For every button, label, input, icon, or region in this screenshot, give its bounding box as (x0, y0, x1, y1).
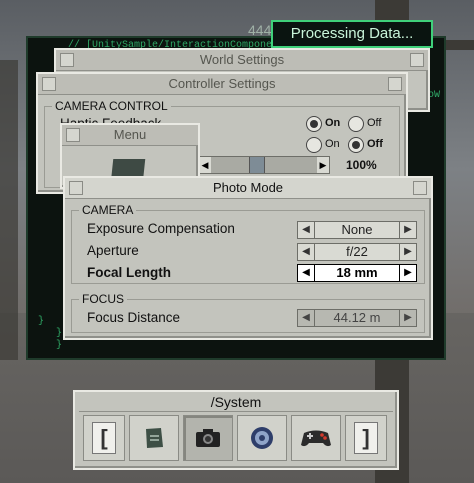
right-arrow-icon[interactable]: ▶ (399, 221, 417, 239)
console-text: } (56, 328, 63, 339)
aperture-value: f/22 (315, 243, 399, 261)
window-box-icon (410, 53, 424, 67)
slider-track[interactable]: ◀ ▶ (198, 156, 330, 174)
console-text: } (38, 316, 45, 327)
bracket-left-button[interactable]: [ (83, 415, 125, 461)
slider-thumb[interactable] (249, 157, 265, 173)
window-title: Menu (113, 127, 147, 142)
right-arrow-icon[interactable]: ▶ (399, 264, 417, 282)
aperture-stepper[interactable]: ◀ f/22 ▶ (297, 243, 417, 261)
camera-heading: CAMERA (79, 203, 137, 217)
photo-mode-window[interactable]: Photo Mode CAMERA Exposure Compensation … (63, 176, 433, 340)
focal-length-label: Focal Length (87, 265, 171, 280)
radio-off-1[interactable] (348, 116, 364, 132)
focus-distance-stepper[interactable]: ◀ 44.12 m ▶ (297, 309, 417, 327)
window-title: Controller Settings (168, 76, 276, 91)
gamepad-icon (301, 430, 331, 447)
settings-button[interactable] (237, 415, 287, 461)
slider-left-arrow-icon[interactable]: ◀ (199, 157, 211, 173)
right-arrow-icon[interactable]: ▶ (399, 243, 417, 261)
slider-right-arrow-icon[interactable]: ▶ (317, 157, 329, 173)
left-bracket-icon: [ (92, 422, 116, 454)
window-title: Photo Mode (212, 180, 284, 195)
radio-off-label: Off (367, 138, 383, 150)
focus-distance-value: 44.12 m (315, 309, 399, 327)
menu-titlebar[interactable]: Menu (62, 125, 198, 146)
settings-gear-icon (251, 427, 273, 449)
exposure-stepper[interactable]: ◀ None ▶ (297, 221, 417, 239)
left-arrow-icon[interactable]: ◀ (297, 309, 315, 327)
console-counter: 444 (248, 22, 272, 38)
system-taskbar: /System [ ] (73, 390, 399, 470)
window-box-icon (66, 128, 80, 142)
bracket-right-button[interactable]: ] (345, 415, 387, 461)
photo-mode-titlebar[interactable]: Photo Mode (65, 178, 431, 199)
focal-length-stepper[interactable]: ◀ 18 mm ▶ (297, 264, 417, 282)
tree-trunk (0, 60, 18, 360)
radio-on-1[interactable] (306, 116, 322, 132)
left-arrow-icon[interactable]: ◀ (297, 264, 315, 282)
gamepad-button[interactable] (291, 415, 341, 461)
focus-heading: FOCUS (79, 292, 127, 306)
taskbar-title: /System (210, 394, 262, 410)
left-arrow-icon[interactable]: ◀ (297, 243, 315, 261)
focus-distance-label: Focus Distance (87, 310, 181, 325)
processing-status: Processing Data... (271, 20, 433, 48)
exposure-label: Exposure Compensation (87, 221, 235, 236)
right-bracket-icon: ] (354, 422, 378, 454)
window-box-icon (69, 181, 83, 195)
radio-off-2[interactable] (348, 137, 364, 153)
controller-settings-titlebar[interactable]: Controller Settings (38, 74, 406, 95)
slider-value: 100% (346, 158, 377, 172)
camera-icon (196, 429, 220, 447)
notes-icon (146, 428, 163, 448)
radio-on-2[interactable] (306, 137, 322, 153)
radio-on-label: On (325, 138, 340, 150)
camera-control-heading: CAMERA CONTROL (52, 99, 171, 113)
world-settings-titlebar[interactable]: World Settings (56, 50, 428, 71)
taskbar-divider (79, 411, 393, 412)
window-title: World Settings (199, 52, 285, 67)
left-arrow-icon[interactable]: ◀ (297, 221, 315, 239)
focal-length-value: 18 mm (315, 264, 399, 282)
right-arrow-icon[interactable]: ▶ (399, 309, 417, 327)
window-box-icon (60, 53, 74, 67)
radio-off-label: Off (367, 117, 382, 129)
window-box-icon (413, 181, 427, 195)
window-box-icon (42, 77, 56, 91)
aperture-label: Aperture (87, 243, 139, 258)
window-box-icon (388, 77, 402, 91)
exposure-value: None (315, 221, 399, 239)
camera-button[interactable] (183, 415, 233, 461)
console-text: } (56, 340, 63, 351)
radio-on-label: On (325, 117, 341, 129)
notes-button[interactable] (129, 415, 179, 461)
